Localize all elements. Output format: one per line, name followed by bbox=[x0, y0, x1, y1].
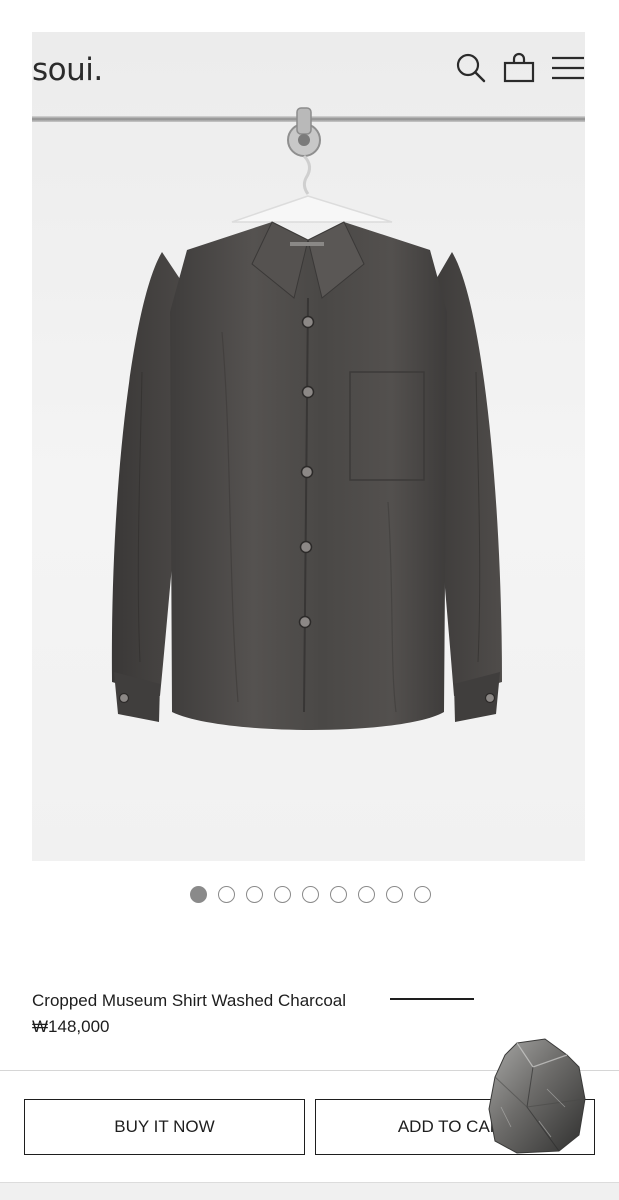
pagination-dot[interactable] bbox=[190, 886, 207, 903]
pagination-dot[interactable] bbox=[246, 886, 263, 903]
pagination-dot[interactable] bbox=[330, 886, 347, 903]
pagination-dot[interactable] bbox=[218, 886, 235, 903]
pagination-dot[interactable] bbox=[274, 886, 291, 903]
product-price: ₩148,000 bbox=[32, 1017, 110, 1036]
product-photo bbox=[111, 107, 502, 730]
pagination-dot[interactable] bbox=[386, 886, 403, 903]
pagination-dot[interactable] bbox=[302, 886, 319, 903]
title-underline bbox=[390, 998, 474, 1000]
image-pagination bbox=[190, 886, 431, 903]
pagination-dot[interactable] bbox=[358, 886, 375, 903]
buy-it-now-button[interactable]: BUY IT NOW bbox=[24, 1099, 305, 1155]
product-image-area[interactable]: soui. bbox=[32, 32, 585, 861]
product-name: Cropped Museum Shirt Washed Charcoal bbox=[32, 991, 347, 1010]
pagination-dot[interactable] bbox=[414, 886, 431, 903]
bottom-bar bbox=[0, 1182, 619, 1200]
rock-sticker bbox=[488, 1038, 586, 1154]
